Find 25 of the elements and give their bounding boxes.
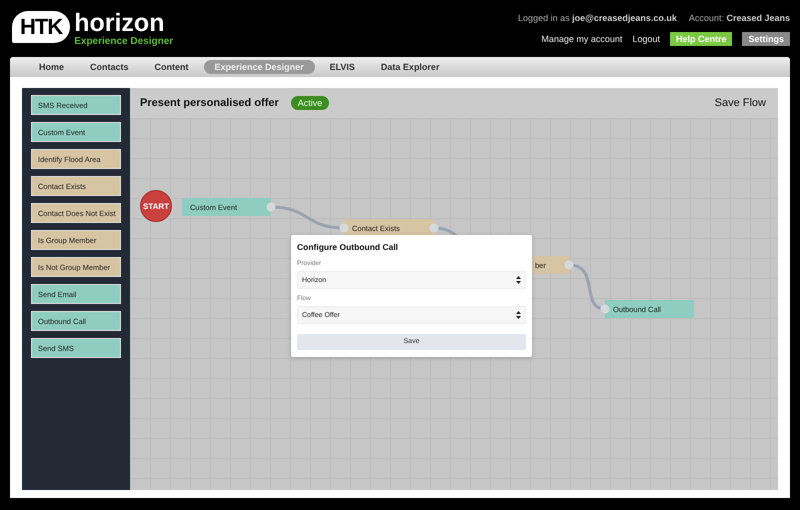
port-icon[interactable] <box>340 224 348 232</box>
logo-name: horizon <box>74 11 164 36</box>
flow-node[interactable]: START <box>140 190 172 222</box>
port-icon[interactable] <box>564 260 574 270</box>
header-link[interactable]: Manage my account <box>541 34 622 44</box>
nav-tab[interactable]: Contacts <box>79 60 140 74</box>
nav-tab[interactable]: ELVIS <box>318 60 366 74</box>
port-icon[interactable] <box>266 202 276 212</box>
save-flow-link[interactable]: Save Flow <box>714 97 766 109</box>
dialog-title: Configure Outbound Call <box>297 242 400 252</box>
select-arrows-icon <box>516 276 521 284</box>
select-arrows-icon <box>516 311 521 319</box>
status-badge: Active <box>290 96 330 110</box>
port-icon[interactable] <box>600 304 610 314</box>
account-info: Account: Creased Jeans <box>688 13 790 23</box>
header-button[interactable]: Settings <box>742 32 790 46</box>
flow-title: Present personalised offer <box>140 97 279 109</box>
login-info: Logged in as joe@creasedjeans.co.uk <box>518 13 677 23</box>
header-link[interactable]: Logout <box>632 34 660 44</box>
nav-tab[interactable]: Data Explorer <box>370 60 450 74</box>
logo-mark: HTK <box>12 11 70 43</box>
logo-tagline: Experience Designer <box>74 37 174 47</box>
nav-tab[interactable]: Content <box>144 60 200 74</box>
port-icon[interactable] <box>430 224 438 232</box>
nav-tab[interactable]: Home <box>28 60 76 74</box>
